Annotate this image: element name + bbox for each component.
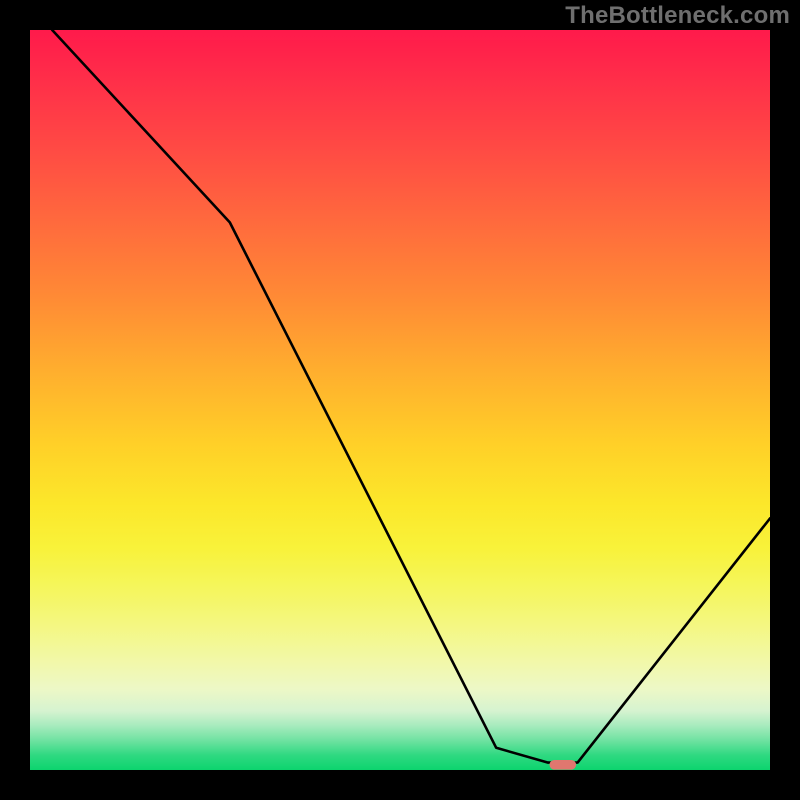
chart-frame: TheBottleneck.com: [0, 0, 800, 800]
optimal-marker: [550, 760, 577, 770]
plot-area: [30, 30, 770, 770]
bottleneck-curve: [52, 30, 770, 763]
watermark-text: TheBottleneck.com: [565, 2, 790, 30]
chart-svg: [30, 30, 770, 770]
